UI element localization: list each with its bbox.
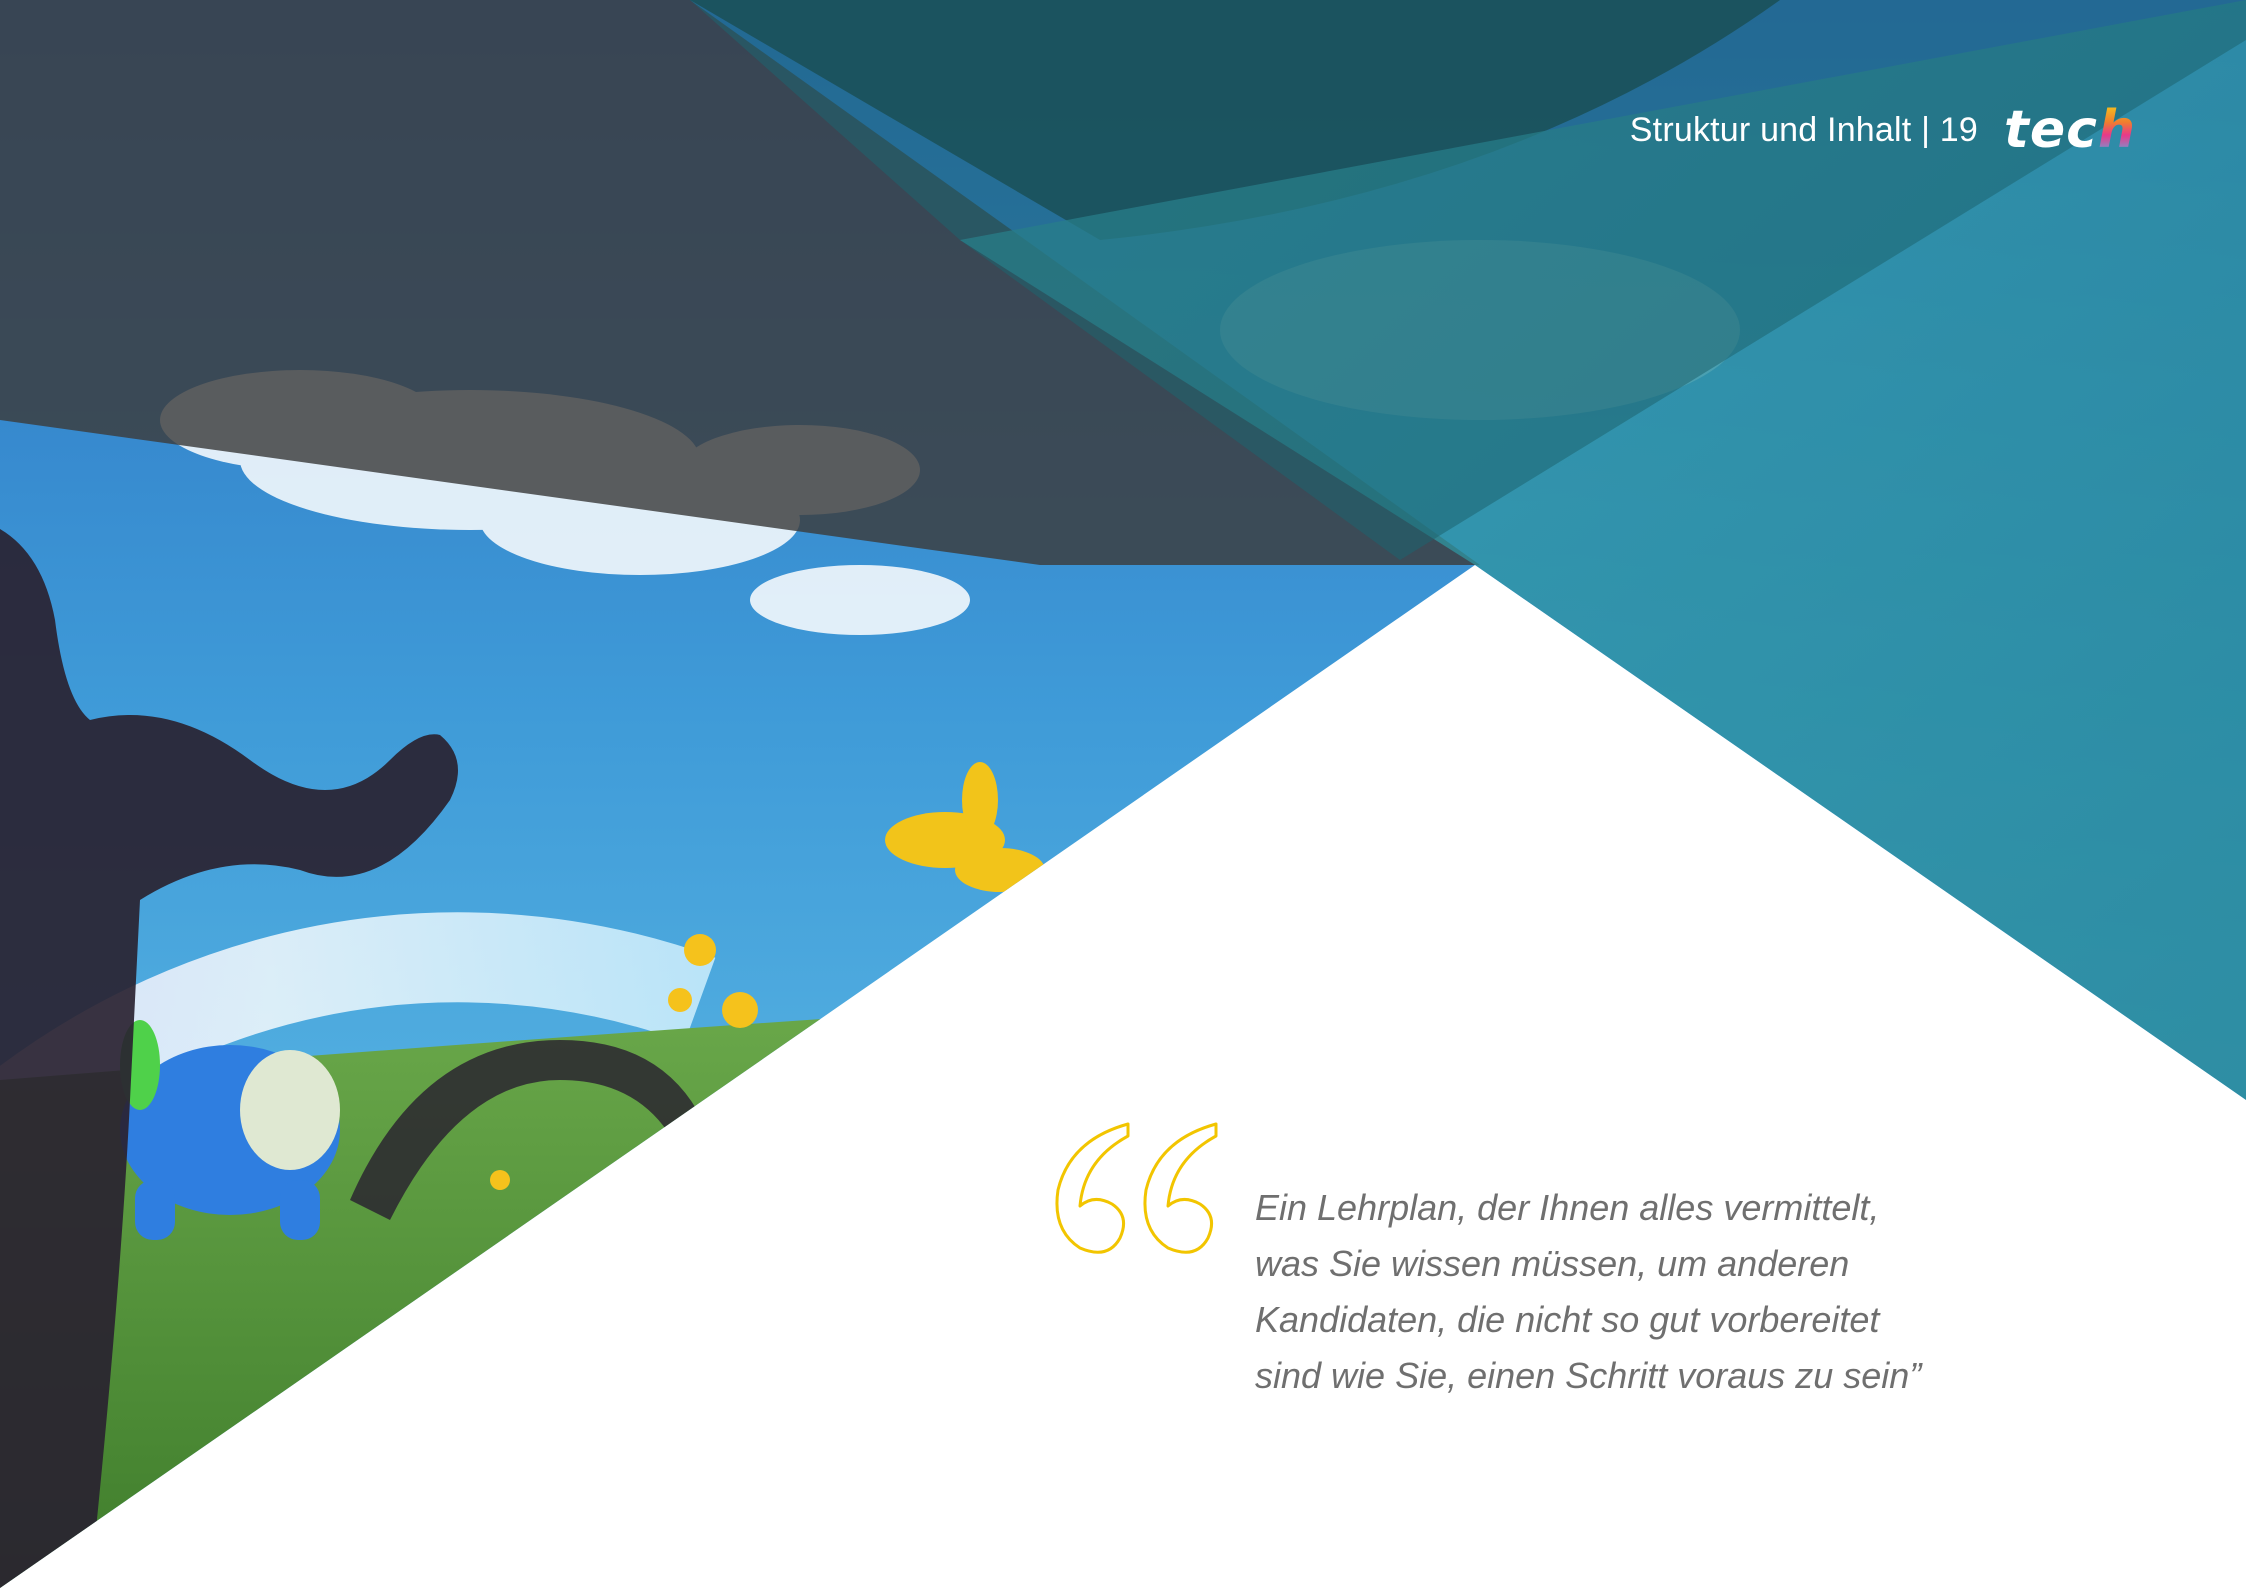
header-separator: | — [1921, 110, 1931, 149]
testimonial-quote: Ein Lehrplan, der Ihnen alles vermittelt… — [1255, 1180, 2015, 1404]
section-title: Struktur und Inhalt — [1629, 110, 1912, 149]
logo-main-text: tec — [2004, 100, 2098, 160]
brochure-page: Struktur und Inhalt | 19 tec h Ein Lehrpl… — [0, 0, 2246, 1588]
page-number: 19 — [1939, 110, 1979, 149]
quote-line: Ein Lehrplan, der Ihnen alles vermittelt… — [1255, 1187, 1880, 1228]
quote-line: was Sie wissen müssen, um anderen — [1255, 1243, 1850, 1284]
logo-accent-letter: h — [2097, 100, 2136, 160]
page-header: Struktur und Inhalt | 19 tec h — [1630, 104, 2136, 156]
tech-logo: tec h — [2004, 104, 2136, 156]
quote-line: Kandidaten, die nicht so gut vorbereitet — [1255, 1299, 1880, 1340]
open-double-quote-icon — [1055, 1122, 1218, 1254]
quote-line: sind wie Sie, einen Schritt voraus zu se… — [1255, 1355, 1922, 1396]
section-header: Struktur und Inhalt | 19 — [1630, 111, 1978, 150]
